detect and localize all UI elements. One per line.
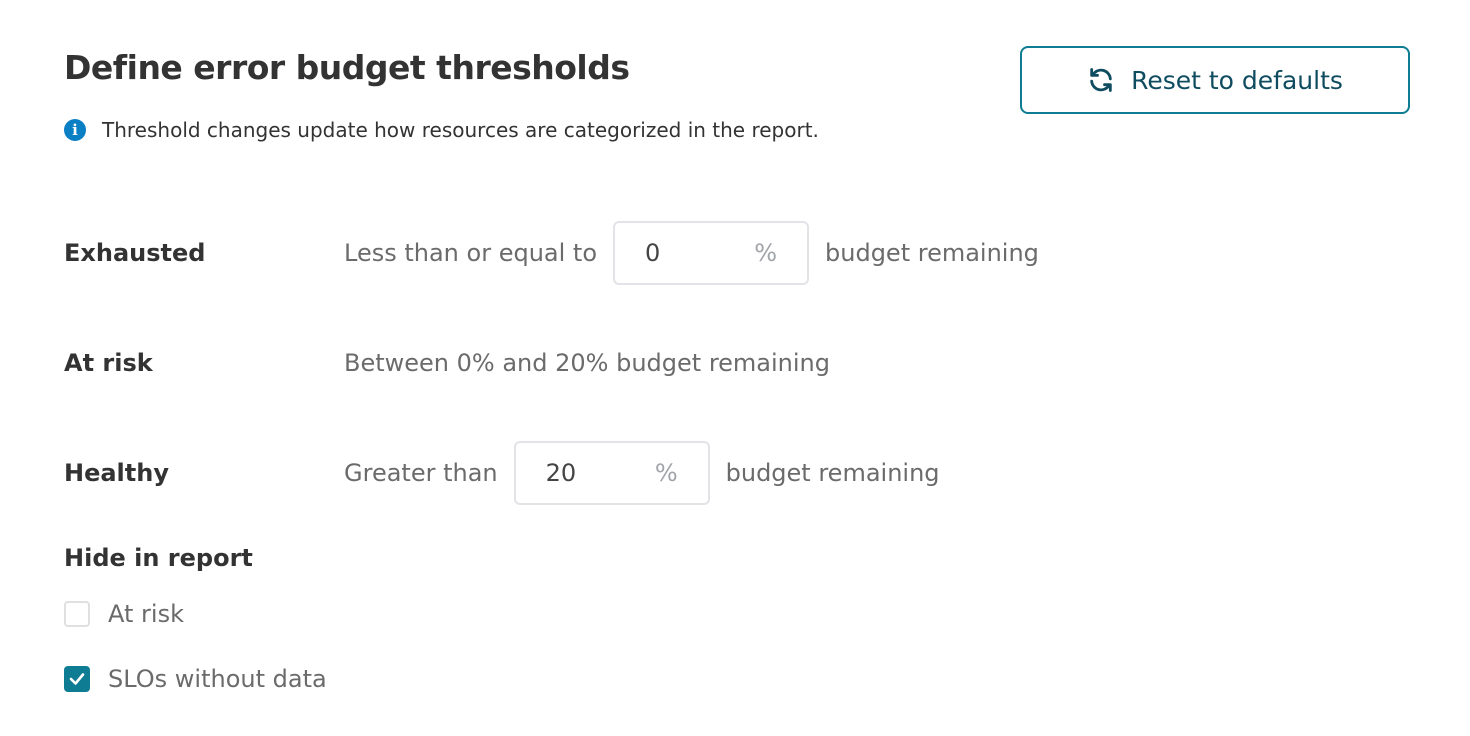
- threshold-label: Healthy: [64, 459, 169, 487]
- threshold-text: Between 0% and 20% budget remaining: [344, 349, 830, 377]
- info-icon: i: [64, 119, 86, 141]
- page-title: Define error budget thresholds: [64, 48, 630, 87]
- threshold-row-healthy: Healthy Greater than 20 % budget remaini…: [64, 439, 940, 507]
- reset-to-defaults-button[interactable]: Reset to defaults: [1020, 46, 1410, 114]
- threshold-suffix: budget remaining: [725, 459, 940, 487]
- threshold-label: Exhausted: [64, 239, 206, 267]
- threshold-suffix: budget remaining: [825, 239, 1039, 267]
- hide-slos-without-data-option[interactable]: SLOs without data: [64, 665, 327, 693]
- checkmark-icon: [69, 673, 85, 685]
- hide-at-risk-option[interactable]: At risk: [64, 600, 184, 628]
- checkbox-label: At risk: [108, 600, 184, 628]
- exhausted-percent-input[interactable]: 0 %: [613, 221, 810, 285]
- percent-unit: %: [754, 239, 778, 267]
- checkbox-label: SLOs without data: [108, 665, 327, 693]
- threshold-label: At risk: [64, 349, 153, 377]
- slos-without-data-checkbox[interactable]: [64, 666, 90, 692]
- reset-button-label: Reset to defaults: [1131, 65, 1343, 95]
- refresh-icon: [1090, 68, 1112, 92]
- threshold-row-at-risk: At risk Between 0% and 20% budget remain…: [64, 329, 830, 397]
- input-value: 20: [545, 459, 577, 487]
- info-text: Threshold changes update how resources a…: [102, 118, 819, 142]
- input-value: 0: [645, 239, 661, 267]
- healthy-percent-input[interactable]: 20 %: [513, 441, 710, 505]
- threshold-prefix: Greater than: [344, 459, 498, 487]
- hide-in-report-heading: Hide in report: [64, 544, 253, 572]
- info-message: i Threshold changes update how resources…: [64, 118, 819, 142]
- threshold-prefix: Less than or equal to: [344, 239, 598, 267]
- at-risk-checkbox[interactable]: [64, 601, 90, 627]
- threshold-row-exhausted: Exhausted Less than or equal to 0 % budg…: [64, 219, 1039, 287]
- percent-unit: %: [654, 459, 678, 487]
